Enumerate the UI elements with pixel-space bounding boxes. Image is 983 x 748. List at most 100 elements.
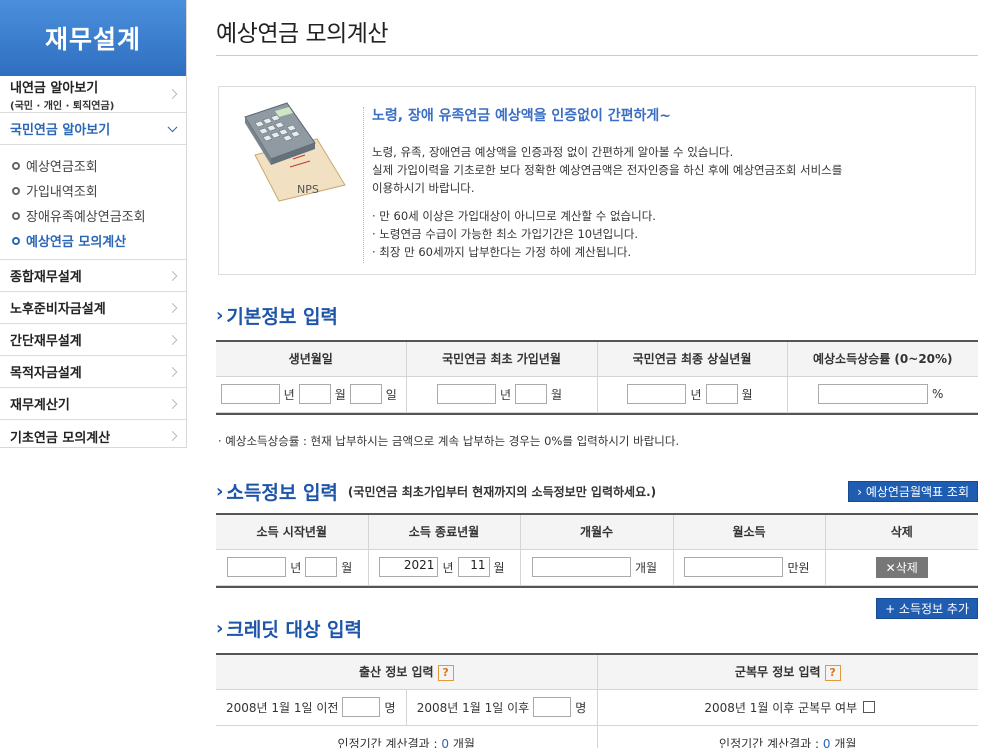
military-cell: 2008년 1월 이후 군복무 여부 [597, 689, 978, 726]
section-basic-info: › 기본정보 입력 [216, 302, 338, 329]
birth-result-cell: 인정기간 계산결과 : 0 개월 [216, 725, 598, 748]
sidebar-item-simple-planning[interactable]: 간단재무설계 [0, 324, 186, 356]
unit-month: 월 [493, 560, 505, 575]
unit-month: 월 [551, 387, 563, 402]
last-loss-month-input[interactable] [705, 384, 738, 404]
info-paragraph: 노령, 유족, 장애연금 예상액을 인증과정 없이 간편하게 알아볼 수 있습니… [372, 145, 734, 159]
military-checkbox[interactable] [863, 701, 876, 713]
unit-month: 월 [341, 560, 353, 575]
income-growth-input[interactable] [818, 384, 929, 404]
income-start-month-input[interactable] [305, 557, 338, 577]
sidebar-subnav: 예상연금조회 가입내역조회 장애유족예상연금조회 예상연금 모의계산 [0, 145, 186, 260]
sidebar-item-label: 노후준비자금설계 [10, 302, 106, 317]
result-value: 0 [822, 736, 831, 748]
unit-person: 명 [575, 700, 587, 715]
birth-before-input[interactable] [342, 697, 381, 717]
sidebar-item-label: 재무계산기 [10, 398, 70, 413]
unit-year: 년 [499, 387, 511, 402]
info-bullet: · 노령연금 수급이 가능한 최소 가입기간은 10년입니다. [372, 227, 639, 241]
birth-after-cell: 2008년 1월 1일 이후 명 [406, 689, 598, 726]
subnav-item-expected-pension[interactable]: 예상연금조회 [12, 153, 186, 178]
birth-before-cell: 2008년 1월 1일 이전 명 [216, 689, 407, 726]
unit-day: 일 [385, 387, 397, 402]
income-start-cell: 년월 [216, 549, 369, 586]
first-join-month-input[interactable] [515, 384, 547, 404]
sidebar-item-my-pension[interactable]: 내연금 알아보기 (국민 · 개인 · 퇴직연금) [0, 76, 186, 113]
military-result-cell: 인정기간 계산결과 : 0 개월 [597, 725, 978, 748]
add-income-button[interactable]: + 소득정보 추가 [876, 598, 978, 619]
unit-percent: % [932, 387, 944, 401]
col-header-first-join: 국민연금 최초 가입년월 [406, 342, 598, 377]
unit-person: 명 [384, 700, 396, 715]
unit-month: 월 [334, 387, 346, 402]
nps-label: NPS [297, 183, 319, 196]
unit-year: 년 [690, 387, 702, 402]
first-join-year-input[interactable] [436, 384, 496, 404]
birth-year-input[interactable] [220, 384, 280, 404]
unit-month: 월 [741, 387, 753, 402]
info-bullet: · 만 60세 이상은 가입대상이 아니므로 계산할 수 없습니다. [372, 209, 656, 223]
birth-day-input[interactable] [349, 384, 382, 404]
sidebar-item-label: 종합재무설계 [10, 270, 82, 285]
months-input[interactable] [531, 557, 631, 577]
sidebar-item-national-pension[interactable]: 국민연금 알아보기 [0, 113, 186, 145]
monthly-income-input[interactable] [684, 557, 784, 577]
last-loss-year-input[interactable] [627, 384, 687, 404]
result-unit: 개월 [452, 736, 475, 748]
col-header-income-end: 소득 종료년월 [368, 515, 521, 550]
subnav-item-disability-survivor[interactable]: 장애유족예상연금조회 [12, 203, 186, 228]
result-unit: 개월 [834, 736, 857, 748]
sidebar-item-financial-calculator[interactable]: 재무계산기 [0, 388, 186, 420]
sidebar-item-retirement-funds[interactable]: 노후준비자금설계 [0, 292, 186, 324]
basic-info-table: 생년월일 국민연금 최초 가입년월 국민연금 최종 상실년월 예상소득상승률 (… [216, 340, 978, 415]
birth-info-header: 출산 정보 입력? [216, 655, 598, 690]
sidebar-item-label: 내연금 알아보기 [10, 80, 99, 96]
birth-month-input[interactable] [298, 384, 331, 404]
section-title: 소득정보 입력 [226, 482, 338, 504]
calculator-icon: NPS [244, 102, 346, 202]
bullet-icon [12, 161, 20, 170]
income-start-year-input[interactable] [227, 557, 287, 577]
military-label: 2008년 1월 이후 군복무 여부 [704, 700, 858, 715]
income-end-cell: 2021 년 11 월 [368, 549, 521, 586]
pension-table-lookup-button[interactable]: › 예상연금월액표 조회 [848, 481, 978, 502]
sidebar-item-label: 국민연금 알아보기 [10, 123, 111, 138]
subnav-item-label: 예상연금 모의계산 [26, 235, 127, 250]
chevron-right-icon: › [216, 305, 224, 326]
chevron-right-icon: › [216, 481, 224, 502]
delete-button[interactable]: ✕삭제 [875, 556, 928, 578]
income-end-year-input[interactable]: 2021 [379, 557, 439, 577]
result-label: 인정기간 계산결과 : [719, 736, 820, 748]
info-divider [363, 107, 364, 263]
header-label: 출산 정보 입력 [358, 665, 434, 679]
page-header: 예상연금 모의계산 [216, 0, 978, 56]
bullet-icon [12, 211, 20, 220]
section-title: 크레딧 대상 입력 [226, 619, 363, 641]
military-info-header: 군복무 정보 입력? [597, 655, 978, 690]
birth-after-label: 2008년 1월 1일 이후 [416, 700, 530, 715]
section-title: 기본정보 입력 [226, 306, 338, 328]
birth-after-input[interactable] [533, 697, 572, 717]
help-icon[interactable]: ? [824, 664, 841, 681]
page-title: 예상연금 모의계산 [216, 21, 389, 47]
subnav-item-mock-calculation[interactable]: 예상연금 모의계산 [12, 228, 186, 253]
income-end-month-input[interactable]: 11 [457, 557, 490, 577]
sidebar-item-label: 목적자금설계 [10, 366, 82, 381]
sidebar-item-comprehensive-planning[interactable]: 종합재무설계 [0, 260, 186, 292]
result-label: 인정기간 계산결과 : [337, 736, 438, 748]
info-paragraph: 실제 가입이력을 기초로한 보다 정확한 예상연금액은 전자인증을 하신 후에 … [372, 163, 843, 177]
birthdate-cell: 년월일 [216, 376, 407, 413]
sidebar-header: 재무설계 [0, 0, 186, 76]
sidebar-item-purpose-funds[interactable]: 목적자금설계 [0, 356, 186, 388]
income-growth-note: · 예상소득상승률 : 현재 납부하시는 금액으로 계속 납부하는 경우는 0%… [218, 434, 680, 448]
subnav-item-subscription-history[interactable]: 가입내역조회 [12, 178, 186, 203]
col-header-income-start: 소득 시작년월 [216, 515, 369, 550]
help-icon[interactable]: ? [437, 664, 454, 681]
sidebar-item-label: 기초연금 모의계산 [10, 430, 111, 446]
credit-table: 출산 정보 입력? 군복무 정보 입력? 2008년 1월 1일 이전 명 200… [216, 653, 978, 748]
subnav-item-label: 예상연금조회 [26, 160, 98, 175]
sidebar-item-label: 간단재무설계 [10, 334, 82, 349]
income-growth-cell: % [787, 376, 978, 413]
unit-year: 년 [442, 560, 454, 575]
sidebar-item-basic-pension[interactable]: 기초연금 모의계산 [0, 420, 186, 452]
